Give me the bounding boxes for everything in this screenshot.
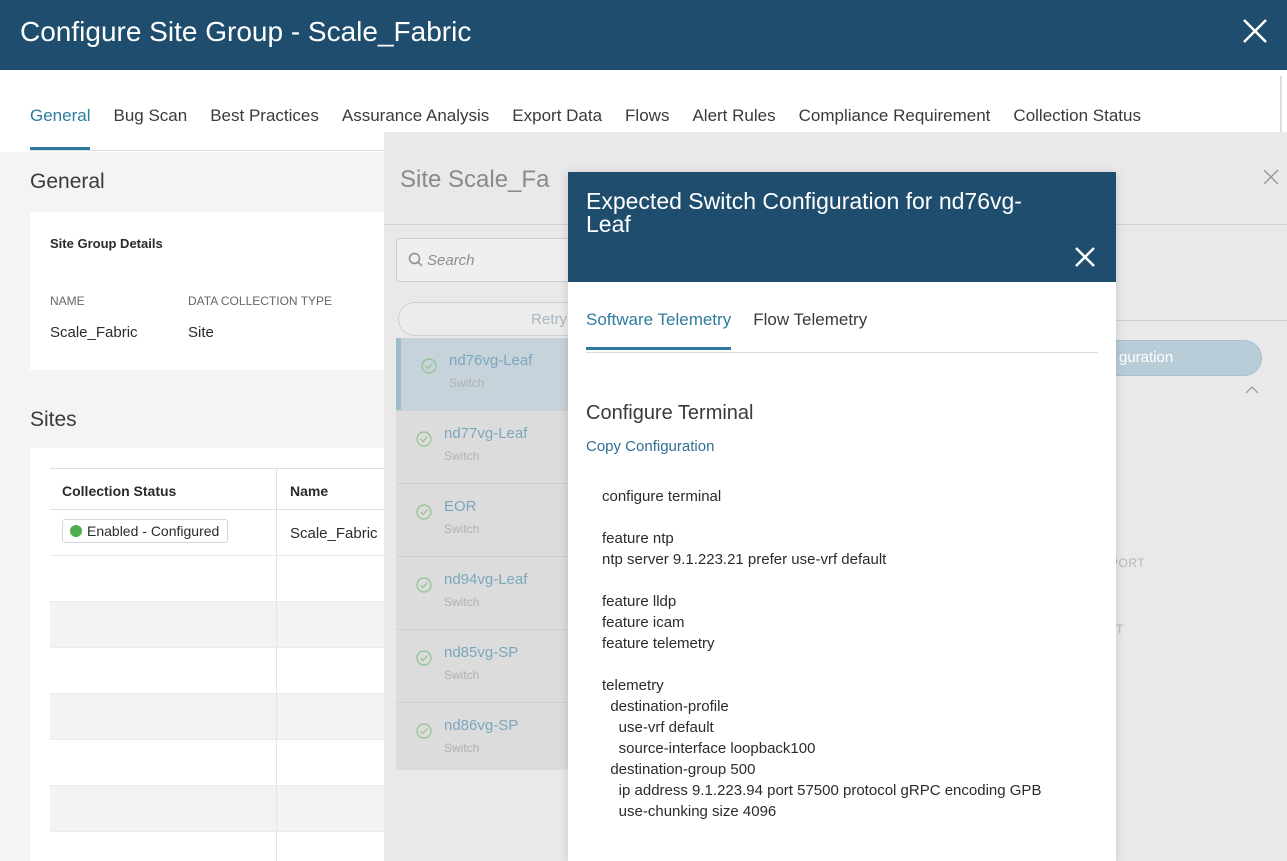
switch-item-nd85vg-sp[interactable]: nd85vg-SP Switch [396,630,568,702]
tab-software-telemetry[interactable]: Software Telemetry [586,306,732,350]
modal-tabs: Software Telemetry Flow Telemetry [586,306,889,354]
search-placeholder: Search [427,252,475,269]
hidden-label: T [1116,622,1124,636]
check-circle-icon [416,431,432,447]
check-circle-icon [416,504,432,520]
check-circle-icon [416,577,432,593]
switch-type: Switch [444,595,480,609]
table-row-empty [50,832,390,861]
modal-header: Expected Switch Configuration for nd76vg… [568,172,1116,282]
switch-item-nd86vg-sp[interactable]: nd86vg-SP Switch [396,703,568,775]
close-icon[interactable] [1073,245,1097,269]
copy-configuration-link[interactable]: Copy Configuration [586,438,714,455]
sites-heading: Sites [30,408,77,431]
name-label: NAME [50,294,85,308]
switch-name: EOR [444,498,477,515]
configuration-text: configure terminal feature ntp ntp serve… [602,488,1042,820]
status-badge: Enabled - Configured [62,519,229,543]
panel-divider [1098,320,1287,321]
check-circle-icon [416,723,432,739]
switch-search-input[interactable]: Search [396,238,596,282]
status-text: Enabled - Configured [87,523,220,539]
tab-best-practices[interactable]: Best Practices [210,92,319,150]
switch-name: nd85vg-SP [444,644,519,661]
table-row-empty [50,556,390,602]
switch-name: nd86vg-SP [444,717,519,734]
collection-type-value: Site [188,324,214,341]
table-row-empty [50,648,390,694]
modal-tabs-divider [586,352,1098,353]
switch-type: Switch [444,449,480,463]
switch-name: nd76vg-Leaf [449,352,533,369]
status-dot-icon [70,525,82,537]
switch-item-nd94vg-leaf[interactable]: nd94vg-Leaf Switch [396,557,568,629]
tab-bug-scan[interactable]: Bug Scan [113,92,187,150]
switch-type: Switch [444,741,480,755]
panel-close-icon[interactable] [1262,168,1280,186]
retry-label: Retry [531,311,567,328]
check-circle-icon [421,358,437,374]
close-icon[interactable] [1240,14,1270,50]
general-heading: General [30,170,105,193]
switch-item-nd77vg-leaf[interactable]: nd77vg-Leaf Switch [396,411,568,483]
card-title: Site Group Details [50,236,163,251]
view-configuration-label: guration [1119,349,1174,366]
check-circle-icon [416,650,432,666]
modal-title: Expected Switch Configuration for nd76vg… [586,188,1022,237]
tab-general[interactable]: General [30,92,91,150]
chevron-up-icon[interactable] [1244,382,1260,394]
tab-flow-telemetry[interactable]: Flow Telemetry [753,306,867,350]
expected-config-modal: Expected Switch Configuration for nd76vg… [568,172,1116,861]
dialog-header: Configure Site Group - Scale_Fabric [0,0,1287,70]
name-value: Scale_Fabric [50,324,138,341]
switch-name: nd94vg-Leaf [444,571,528,588]
section-title: Configure Terminal [586,402,754,424]
switch-list: nd76vg-Leaf Switch nd77vg-Leaf Switch EO… [396,338,568,770]
switch-name: nd77vg-Leaf [444,425,528,442]
site-group-details-card: Site Group Details NAME DATA COLLECTION … [30,212,390,370]
table-row-empty [50,740,390,786]
column-collection-status[interactable]: Collection Status [62,483,176,499]
search-icon [407,251,425,269]
column-name[interactable]: Name [290,483,328,499]
collection-type-label: DATA COLLECTION TYPE [188,294,333,308]
dialog-title: Configure Site Group - Scale_Fabric [20,16,472,47]
switch-type: Switch [444,668,480,682]
table-row-empty [50,786,390,832]
table-row[interactable]: Enabled - Configured Scale_Fabric [50,510,390,556]
switch-item-nd76vg-leaf[interactable]: nd76vg-Leaf Switch [396,338,568,410]
switch-type: Switch [449,376,485,390]
table-header: Collection Status Name [50,468,390,511]
table-row-empty [50,602,390,648]
table-row-empty [50,694,390,740]
site-name: Scale_Fabric [290,525,378,542]
sites-table: Collection Status Name Enabled - Configu… [50,468,390,861]
site-panel-title: Site Scale_Fa [400,166,550,193]
switch-item-eor[interactable]: EOR Switch [396,484,568,556]
switch-type: Switch [444,522,480,536]
